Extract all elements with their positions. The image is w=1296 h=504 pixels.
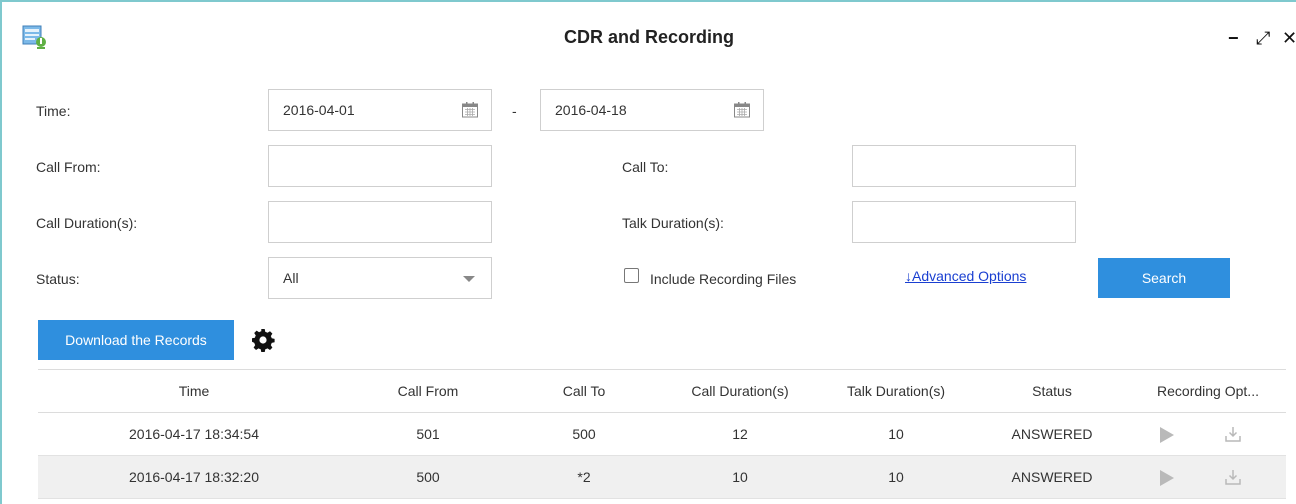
advanced-options-link[interactable]: ↓Advanced Options bbox=[905, 268, 1026, 284]
call-duration-label: Call Duration(s): bbox=[36, 215, 138, 231]
time-to-value: 2016-04-18 bbox=[555, 102, 627, 118]
status-select[interactable]: All bbox=[268, 257, 492, 299]
status-selected-value: All bbox=[283, 270, 299, 286]
play-icon[interactable] bbox=[1160, 470, 1174, 486]
cell-call-duration: 12 bbox=[732, 426, 748, 442]
play-icon[interactable] bbox=[1160, 427, 1174, 443]
cell-talk-duration: 10 bbox=[888, 469, 904, 485]
maximize-icon[interactable]: ⤢ bbox=[1256, 28, 1270, 48]
time-to-field[interactable]: 2016-04-18 bbox=[540, 89, 764, 131]
table-row[interactable]: 2016-04-17 18:32:20 500 *2 10 10 ANSWERE… bbox=[38, 456, 1286, 499]
time-from-value: 2016-04-01 bbox=[283, 102, 355, 118]
calendar-icon[interactable] bbox=[461, 101, 479, 119]
call-to-label: Call To: bbox=[622, 159, 669, 175]
time-label: Time: bbox=[36, 103, 71, 119]
calendar-icon[interactable] bbox=[733, 101, 751, 119]
cell-call-to: *2 bbox=[577, 469, 591, 485]
window-title: CDR and Recording bbox=[563, 27, 734, 47]
download-icon[interactable] bbox=[1224, 425, 1242, 443]
column-header-status[interactable]: Status bbox=[974, 370, 1130, 412]
cell-call-duration: 10 bbox=[732, 469, 748, 485]
cell-time: 2016-04-17 18:34:54 bbox=[129, 426, 259, 442]
table-header: Time Call From Call To Call Duration(s) … bbox=[38, 369, 1286, 413]
cell-call-from: 500 bbox=[416, 469, 440, 485]
minimize-icon[interactable]: − bbox=[1228, 28, 1239, 48]
chevron-down-icon bbox=[463, 276, 475, 282]
cdr-table: Time Call From Call To Call Duration(s) … bbox=[38, 369, 1286, 499]
cell-call-to: 500 bbox=[572, 426, 596, 442]
column-header-talk-duration[interactable]: Talk Duration(s) bbox=[818, 370, 974, 412]
call-duration-input[interactable] bbox=[268, 201, 492, 243]
date-range-separator: - bbox=[512, 103, 517, 119]
talk-duration-input[interactable] bbox=[852, 201, 1076, 243]
call-to-input[interactable] bbox=[852, 145, 1076, 187]
search-button[interactable]: Search bbox=[1098, 258, 1230, 298]
cell-talk-duration: 10 bbox=[888, 426, 904, 442]
close-icon[interactable]: ✕ bbox=[1282, 28, 1296, 48]
column-header-recording-options[interactable]: Recording Opt... bbox=[1130, 370, 1286, 412]
gear-icon[interactable] bbox=[251, 328, 275, 352]
status-label: Status: bbox=[36, 271, 80, 287]
cdr-window: CDR and Recording − ⤢ ✕ Time: 2016-04-01… bbox=[0, 0, 1296, 504]
include-recording-checkbox[interactable] bbox=[624, 268, 639, 283]
column-header-time[interactable]: Time bbox=[38, 370, 350, 412]
cell-status: ANSWERED bbox=[1011, 469, 1093, 485]
column-header-call-from[interactable]: Call From bbox=[350, 370, 506, 412]
download-records-button[interactable]: Download the Records bbox=[38, 320, 234, 360]
cell-time: 2016-04-17 18:32:20 bbox=[129, 469, 259, 485]
cell-call-from: 501 bbox=[416, 426, 440, 442]
talk-duration-label: Talk Duration(s): bbox=[622, 215, 724, 231]
column-header-call-duration[interactable]: Call Duration(s) bbox=[662, 370, 818, 412]
time-from-field[interactable]: 2016-04-01 bbox=[268, 89, 492, 131]
call-from-label: Call From: bbox=[36, 159, 101, 175]
table-row[interactable]: 2016-04-17 18:34:54 501 500 12 10 ANSWER… bbox=[38, 413, 1286, 456]
call-from-input[interactable] bbox=[268, 145, 492, 187]
title-bar: CDR and Recording − ⤢ ✕ bbox=[2, 2, 1296, 74]
column-header-call-to[interactable]: Call To bbox=[506, 370, 662, 412]
cell-status: ANSWERED bbox=[1011, 426, 1093, 442]
include-recording-label[interactable]: Include Recording Files bbox=[650, 271, 796, 287]
download-icon[interactable] bbox=[1224, 468, 1242, 486]
